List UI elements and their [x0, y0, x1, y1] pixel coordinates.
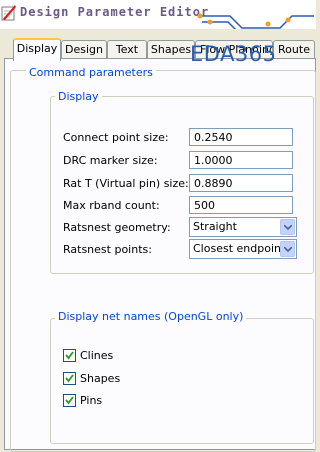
- title-bar: Design Parameter Editor: [0, 0, 316, 29]
- rat-t-size-label: Rat T (Virtual pin) size:: [63, 177, 189, 190]
- pins-label: Pins: [80, 394, 103, 407]
- pins-checkbox[interactable]: [63, 394, 76, 407]
- chevron-down-icon[interactable]: [280, 219, 295, 235]
- tab-route[interactable]: Route: [273, 40, 315, 58]
- tab-text[interactable]: Text: [107, 40, 147, 58]
- connect-point-size-label: Connect point size:: [63, 131, 169, 144]
- shapes-checkbox[interactable]: [63, 372, 76, 385]
- command-parameters-title: Command parameters: [26, 66, 156, 79]
- watermark-text: EDA365: [190, 42, 277, 66]
- clines-label: Clines: [80, 349, 114, 362]
- tab-shapes[interactable]: Shapes: [147, 40, 195, 58]
- max-rband-count-input[interactable]: [189, 196, 293, 214]
- rat-t-size-input[interactable]: [189, 174, 293, 192]
- chevron-down-icon[interactable]: [280, 241, 295, 257]
- app-icon: [1, 5, 16, 21]
- tab-display[interactable]: Display: [13, 38, 61, 61]
- ratsnest-geometry-label: Ratsnest geometry:: [63, 221, 171, 234]
- connect-point-size-input[interactable]: [189, 128, 293, 146]
- ratsnest-geometry-select[interactable]: Straight: [189, 217, 297, 237]
- max-rband-count-label: Max rband count:: [63, 199, 160, 212]
- watermark-circuit-lines: [197, 13, 314, 29]
- ratsnest-points-label: Ratsnest points:: [63, 243, 152, 256]
- display-group-title: Display: [55, 90, 102, 103]
- drc-marker-size-input[interactable]: [189, 151, 293, 169]
- ratsnest-geometry-value: Straight: [193, 220, 237, 233]
- clines-checkbox[interactable]: [63, 349, 76, 362]
- drc-marker-size-label: DRC marker size:: [63, 154, 158, 167]
- tab-design[interactable]: Design: [61, 40, 107, 58]
- ratsnest-points-value: Closest endpoint: [193, 242, 286, 255]
- net-names-group-title: Display net names (OpenGL only): [55, 310, 247, 323]
- shapes-label: Shapes: [80, 372, 121, 385]
- ratsnest-points-select[interactable]: Closest endpoint: [189, 239, 297, 259]
